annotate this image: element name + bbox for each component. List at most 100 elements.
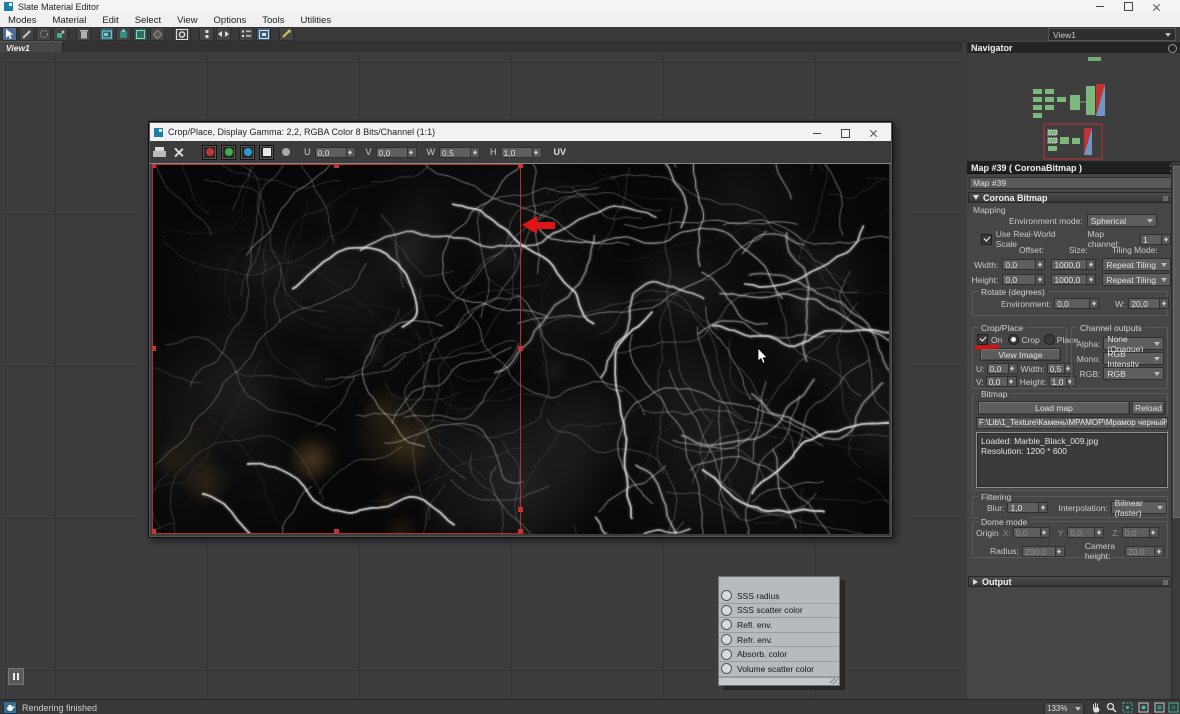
dialog-maximize-button[interactable]: [831, 124, 859, 142]
panel-scrollbar[interactable]: [1171, 162, 1180, 699]
menu-edit[interactable]: Edit: [102, 15, 118, 26]
corona-bitmap-rollout[interactable]: Corona Bitmap: [968, 192, 1172, 203]
navigator-body[interactable]: [967, 53, 1180, 162]
bitmap-preview[interactable]: [152, 164, 889, 534]
delete-selected-icon[interactable]: [76, 27, 91, 41]
hide-unused-nodeslots-icon[interactable]: [239, 27, 254, 41]
node-slot-row[interactable]: Refl. env.: [719, 618, 839, 633]
use-real-world-scale-checkbox[interactable]: [981, 234, 992, 245]
save-image-icon[interactable]: [153, 147, 166, 158]
height-tiling-dropdown[interactable]: Repeat Tiling: [1102, 273, 1171, 286]
pan-view-button[interactable]: [8, 668, 24, 685]
assign-material-icon[interactable]: [53, 27, 68, 41]
w-spinner[interactable]: 0,5: [439, 147, 480, 158]
show-maps-icon[interactable]: [133, 27, 148, 41]
alpha-channel-button[interactable]: [259, 145, 274, 160]
menu-select[interactable]: Select: [135, 15, 161, 26]
node-slot-row[interactable]: Refr. env.: [719, 633, 839, 648]
menu-options[interactable]: Options: [214, 15, 247, 26]
node-slot-row[interactable]: SSS scatter color: [719, 604, 839, 619]
show-end-result-icon[interactable]: [150, 27, 165, 41]
zoom-level-dropdown[interactable]: 133%: [1044, 702, 1084, 714]
menu-modes[interactable]: Modes: [8, 15, 37, 26]
resize-grip-icon[interactable]: [830, 678, 838, 684]
scrollbar-thumb[interactable]: [1173, 166, 1180, 518]
blue-channel-button[interactable]: [240, 145, 255, 160]
pin-icon[interactable]: [1168, 44, 1177, 53]
env-mode-dropdown[interactable]: Spherical: [1087, 214, 1157, 227]
pick-material-icon[interactable]: [36, 27, 51, 41]
options-key-icon[interactable]: [279, 27, 294, 41]
output-rollout[interactable]: Output: [968, 576, 1172, 587]
input-socket-icon[interactable]: [721, 663, 732, 674]
layout-all-icon[interactable]: [199, 27, 214, 41]
crop-w-spinner[interactable]: 0,5: [1047, 363, 1074, 374]
crop-v-spinner[interactable]: 0,0: [986, 376, 1017, 387]
rgb-dropdown[interactable]: RGB: [1103, 367, 1164, 380]
blur-spinner[interactable]: 1,0: [1007, 502, 1048, 513]
clear-icon[interactable]: [173, 147, 183, 157]
select-tool-icon[interactable]: [2, 27, 17, 41]
u-spinner[interactable]: 0,0: [315, 147, 356, 158]
green-channel-button[interactable]: [221, 145, 236, 160]
layout-children-icon[interactable]: [216, 27, 231, 41]
bitmap-path-field[interactable]: F:\Lib\1_Texture\Камень\МРАМОР\Мрамор че…: [976, 417, 1168, 429]
input-socket-icon[interactable]: [721, 605, 732, 616]
node-slot-row[interactable]: Volume scatter color: [719, 662, 839, 677]
show-grid-icon[interactable]: [256, 27, 271, 41]
zoom-extents-icon[interactable]: [1137, 701, 1150, 714]
restore-button[interactable]: [1114, 0, 1142, 13]
rotate-w-spinner[interactable]: 20,0: [1128, 298, 1169, 309]
node-slot-row[interactable]: Absorb. color: [719, 647, 839, 662]
dialog-titlebar[interactable]: Crop/Place, Display Gamma: 2,2, RGBA Col…: [150, 123, 891, 141]
width-tiling-dropdown[interactable]: Repeat Tiling: [1102, 258, 1171, 271]
map-panel-header[interactable]: Map #39 ( CoronaBitmap ): [967, 162, 1180, 174]
width-offset-spinner[interactable]: 0,0: [1002, 259, 1045, 270]
rotate-env-spinner[interactable]: 0,0: [1054, 298, 1099, 309]
load-map-button[interactable]: Load map: [978, 401, 1130, 415]
interpolation-dropdown[interactable]: Bilinear (faster): [1111, 501, 1167, 514]
mono-dropdown[interactable]: RGB Intensity: [1103, 352, 1164, 365]
menu-view[interactable]: View: [177, 15, 197, 26]
pan-tool-icon[interactable]: [1089, 701, 1102, 714]
view-image-button[interactable]: View Image: [980, 348, 1061, 361]
crop-radio[interactable]: [1008, 334, 1019, 345]
pencil-tool-icon[interactable]: [19, 27, 34, 41]
show-background-icon[interactable]: [116, 27, 131, 41]
close-button[interactable]: [1142, 0, 1170, 13]
zoom-tool-icon[interactable]: [1105, 701, 1118, 714]
input-socket-icon[interactable]: [721, 590, 732, 601]
minimize-button[interactable]: [1086, 0, 1114, 13]
crop-u-spinner[interactable]: 0,0: [987, 363, 1018, 374]
dialog-close-button[interactable]: [859, 124, 887, 142]
place-radio[interactable]: [1044, 334, 1055, 345]
map-name-field[interactable]: Map #39: [969, 177, 1178, 189]
input-socket-icon[interactable]: [721, 634, 732, 645]
offset-col-label: Offset:: [1019, 245, 1044, 255]
v-spinner[interactable]: 0,0: [376, 147, 417, 158]
crop-region-overlay[interactable]: [152, 164, 889, 534]
h-spinner[interactable]: 1,0: [501, 147, 542, 158]
mono-channel-button[interactable]: [282, 148, 290, 156]
map-channel-spinner[interactable]: 1: [1140, 234, 1171, 245]
pan-zoom-icon[interactable]: [1167, 701, 1180, 714]
zoom-region-icon[interactable]: [1121, 701, 1134, 714]
zoom-extents-selected-icon[interactable]: [1153, 701, 1166, 714]
red-channel-button[interactable]: [202, 145, 217, 160]
node-slot-row[interactable]: SSS radius: [719, 589, 839, 604]
menu-material[interactable]: Material: [53, 15, 87, 26]
view-selector-dropdown[interactable]: View1: [1048, 28, 1176, 41]
height-size-spinner[interactable]: 1000,0: [1051, 274, 1096, 285]
crop-on-checkbox[interactable]: [977, 334, 988, 345]
uv-toggle[interactable]: UV: [554, 147, 567, 157]
show-shaded-material-icon[interactable]: [99, 27, 114, 41]
input-socket-icon[interactable]: [721, 619, 732, 630]
dialog-minimize-button[interactable]: [803, 124, 831, 142]
material-id-channel-icon[interactable]: [173, 27, 191, 41]
menu-utilities[interactable]: Utilities: [300, 15, 331, 26]
width-size-spinner[interactable]: 1000,0: [1051, 259, 1096, 270]
input-socket-icon[interactable]: [721, 649, 732, 660]
height-offset-spinner[interactable]: 0,0: [1002, 274, 1045, 285]
menu-tools[interactable]: Tools: [262, 15, 284, 26]
reload-button[interactable]: Reload: [1132, 401, 1165, 415]
